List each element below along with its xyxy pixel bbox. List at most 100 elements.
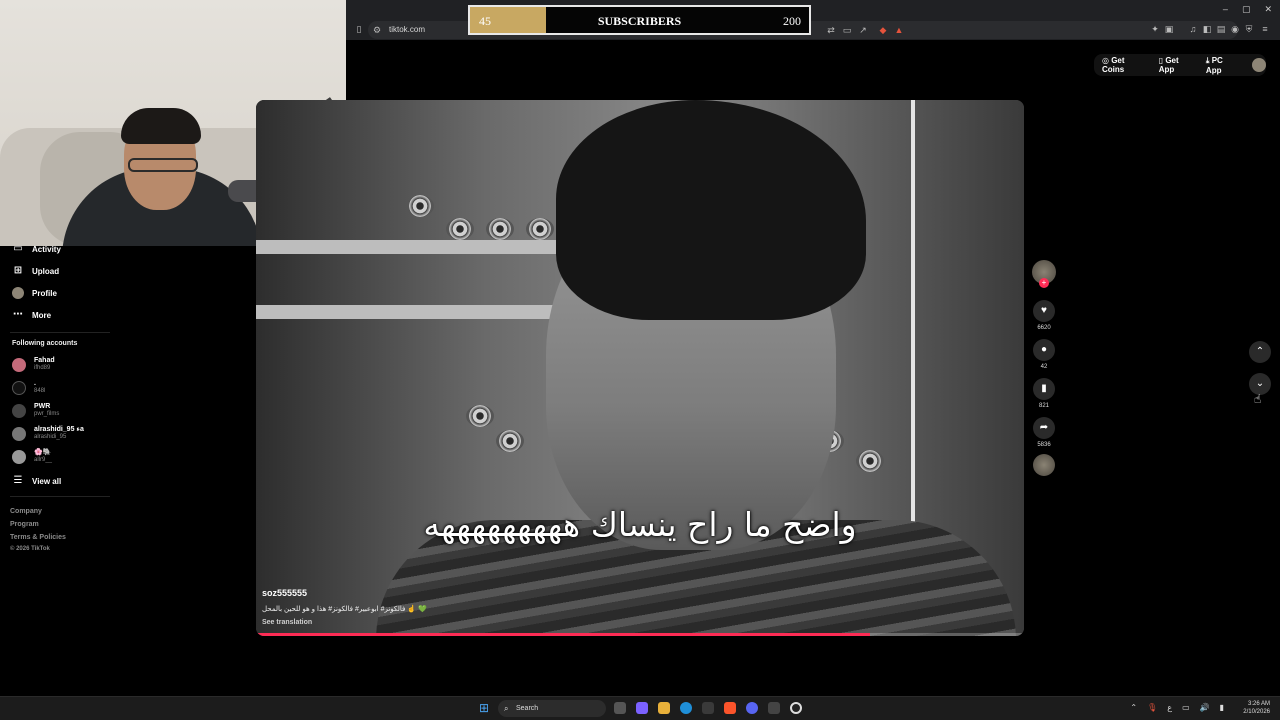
account-avatar [12, 426, 26, 441]
sidebar-item-more[interactable]: ⋯ More [12, 309, 51, 321]
extensions-icon[interactable]: ✦ [1150, 24, 1160, 34]
minimize-button[interactable]: – [1223, 4, 1228, 15]
tray-chevron-icon[interactable]: ⌃ [1130, 703, 1137, 712]
sidebar-item-profile[interactable]: Profile [12, 287, 57, 299]
chevron-up-icon: ⌃ [1255, 346, 1265, 357]
media-icon[interactable]: ♫ [1188, 24, 1198, 34]
share-icon[interactable]: ↗ [858, 25, 868, 35]
task-view-icon[interactable] [614, 702, 626, 714]
following-account[interactable]: 🌸🐘 allr9__ [12, 449, 52, 464]
view-all-link[interactable]: ☰ View all [12, 475, 62, 487]
plus-square-icon: ⊞ [13, 265, 23, 276]
view-all-label: View all [32, 476, 62, 486]
video-player[interactable]: واضح ما راح ينساك هههههههههه soz555555 💚… [256, 100, 1024, 636]
like-button[interactable]: ♥ [1033, 300, 1055, 322]
menu-icon[interactable]: ≡ [1260, 24, 1270, 34]
translate-icon[interactable]: ⇄ [826, 25, 836, 35]
share-count: 5836 [1037, 442, 1051, 448]
share-button[interactable]: ➦ [1033, 417, 1055, 439]
follow-button[interactable]: + [1039, 278, 1049, 288]
bookmark-icon[interactable]: ▯ [354, 24, 364, 34]
close-window-button[interactable]: ✕ [1264, 4, 1272, 15]
sidebar-item-label: Profile [32, 288, 57, 298]
windows-start-icon[interactable]: ⊞ [479, 702, 491, 714]
following-account[interactable]: Fahad ifhd89 [12, 357, 55, 372]
see-translation-link[interactable]: See translation [262, 619, 312, 626]
video-rope [911, 100, 915, 540]
keyboard-lang[interactable]: ع [1167, 703, 1172, 712]
maximize-button[interactable]: ▢ [1242, 4, 1251, 15]
comment-count: 42 [1040, 364, 1048, 370]
mouse-cursor-icon: ☝ [1254, 392, 1262, 406]
get-coins-button[interactable]: ◎ Get Coins [1102, 56, 1149, 74]
sidebar-toggle-icon[interactable]: ◧ [1202, 24, 1212, 34]
inbox-icon: ▭ [13, 243, 23, 254]
discord-icon[interactable] [746, 702, 758, 714]
volume-icon[interactable]: 🔊 [1200, 703, 1210, 712]
terminal-icon[interactable] [768, 702, 780, 714]
sidebar-item-label: Activity [32, 244, 61, 254]
video-progress-bar[interactable] [256, 633, 1024, 636]
video-author[interactable]: soz555555 [262, 588, 307, 598]
video-pastry [406, 195, 434, 217]
sidebar: ▭ Activity ⊞ Upload Profile ⋯ More Follo… [0, 240, 120, 570]
file-explorer-icon[interactable] [658, 702, 670, 714]
ellipsis-icon: ⋯ [13, 309, 23, 320]
footer-terms-link[interactable]: Terms & Policies [10, 534, 66, 541]
brave-icon[interactable] [724, 702, 736, 714]
sidebar-item-label: More [32, 310, 52, 320]
following-accounts-title: Following accounts [12, 340, 78, 347]
brave-shields-icon[interactable]: ◆ [878, 25, 888, 35]
site-info-icon[interactable]: ⚙ [372, 25, 382, 35]
video-pastry [856, 450, 884, 472]
windows-taskbar: ⊞ ⌕ Search ⌃ 🎙 ع ▭ 🔊 ▮ 3:26 AM 2/10/2026 [0, 696, 1280, 720]
footer-program-link[interactable]: Program [10, 521, 39, 528]
sound-disc-icon[interactable] [1033, 454, 1055, 476]
save-button[interactable]: ▮ [1033, 378, 1055, 400]
sidebar-item-label: Upload [32, 266, 60, 276]
taskbar-clock[interactable]: 3:26 AM 2/10/2026 [1243, 700, 1270, 716]
display-icon[interactable]: ▭ [1182, 703, 1190, 712]
screenshot-icon[interactable]: ▣ [1164, 24, 1174, 34]
footer-company-link[interactable]: Company [10, 508, 42, 515]
account-avatar [12, 403, 26, 418]
brave-rewards-icon[interactable]: ▲ [894, 25, 904, 35]
search-label: Search [516, 705, 539, 712]
vpn-icon[interactable]: ⛨ [1244, 24, 1254, 34]
leo-icon[interactable]: ◉ [1230, 24, 1240, 34]
obs-icon[interactable] [790, 702, 802, 714]
window-controls: – ▢ ✕ [1223, 4, 1272, 15]
sidebar-item-upload[interactable]: ⊞ Upload [12, 265, 59, 277]
search-icon: ⌕ [504, 704, 509, 713]
following-account[interactable]: . 848l [12, 380, 45, 395]
account-avatar [12, 380, 26, 395]
following-account[interactable]: alrashidi_95 ءa alrashidi_95 [12, 426, 84, 441]
copilot-icon[interactable] [636, 702, 648, 714]
chevron-down-icon: ⌄ [1255, 378, 1265, 389]
clock-time: 3:26 AM [1247, 701, 1270, 707]
get-app-button[interactable]: ▯ Get App [1159, 56, 1196, 74]
subscriber-goal: 200 [783, 14, 801, 28]
streamer-hair [121, 108, 201, 144]
previous-video-button[interactable]: ⌃ [1249, 341, 1271, 363]
following-account[interactable]: PWR pwr_films [12, 403, 59, 418]
wallet-icon[interactable]: ▤ [1216, 24, 1226, 34]
sidebar-item-activity[interactable]: ▭ Activity [12, 243, 61, 255]
subscriber-label: SUBSCRIBERS [597, 14, 682, 28]
store-icon[interactable] [702, 702, 714, 714]
mic-icon[interactable]: 🎙 [1147, 703, 1157, 712]
battery-icon[interactable]: ▮ [1220, 703, 1224, 712]
account-avatar [12, 357, 26, 372]
pc-app-button[interactable]: ⤓ PC App [1206, 56, 1240, 75]
cast-icon[interactable]: ▭ [842, 25, 852, 35]
video-shelf [256, 240, 556, 254]
edge-icon[interactable] [680, 702, 692, 714]
video-description: 💚 ☝️ فالكونز# ابوعبير# فالكونز# هذا و هو… [262, 606, 427, 613]
list-icon: ☰ [13, 475, 23, 486]
taskbar-search[interactable]: ⌕ Search [498, 700, 606, 717]
profile-avatar[interactable] [1252, 58, 1266, 72]
url-text[interactable]: tiktok.com [389, 25, 425, 34]
subscriber-goal-bar: 45 SUBSCRIBERS 200 [468, 5, 811, 35]
comment-button[interactable]: ● [1033, 339, 1055, 361]
streamer-glasses [128, 158, 198, 172]
